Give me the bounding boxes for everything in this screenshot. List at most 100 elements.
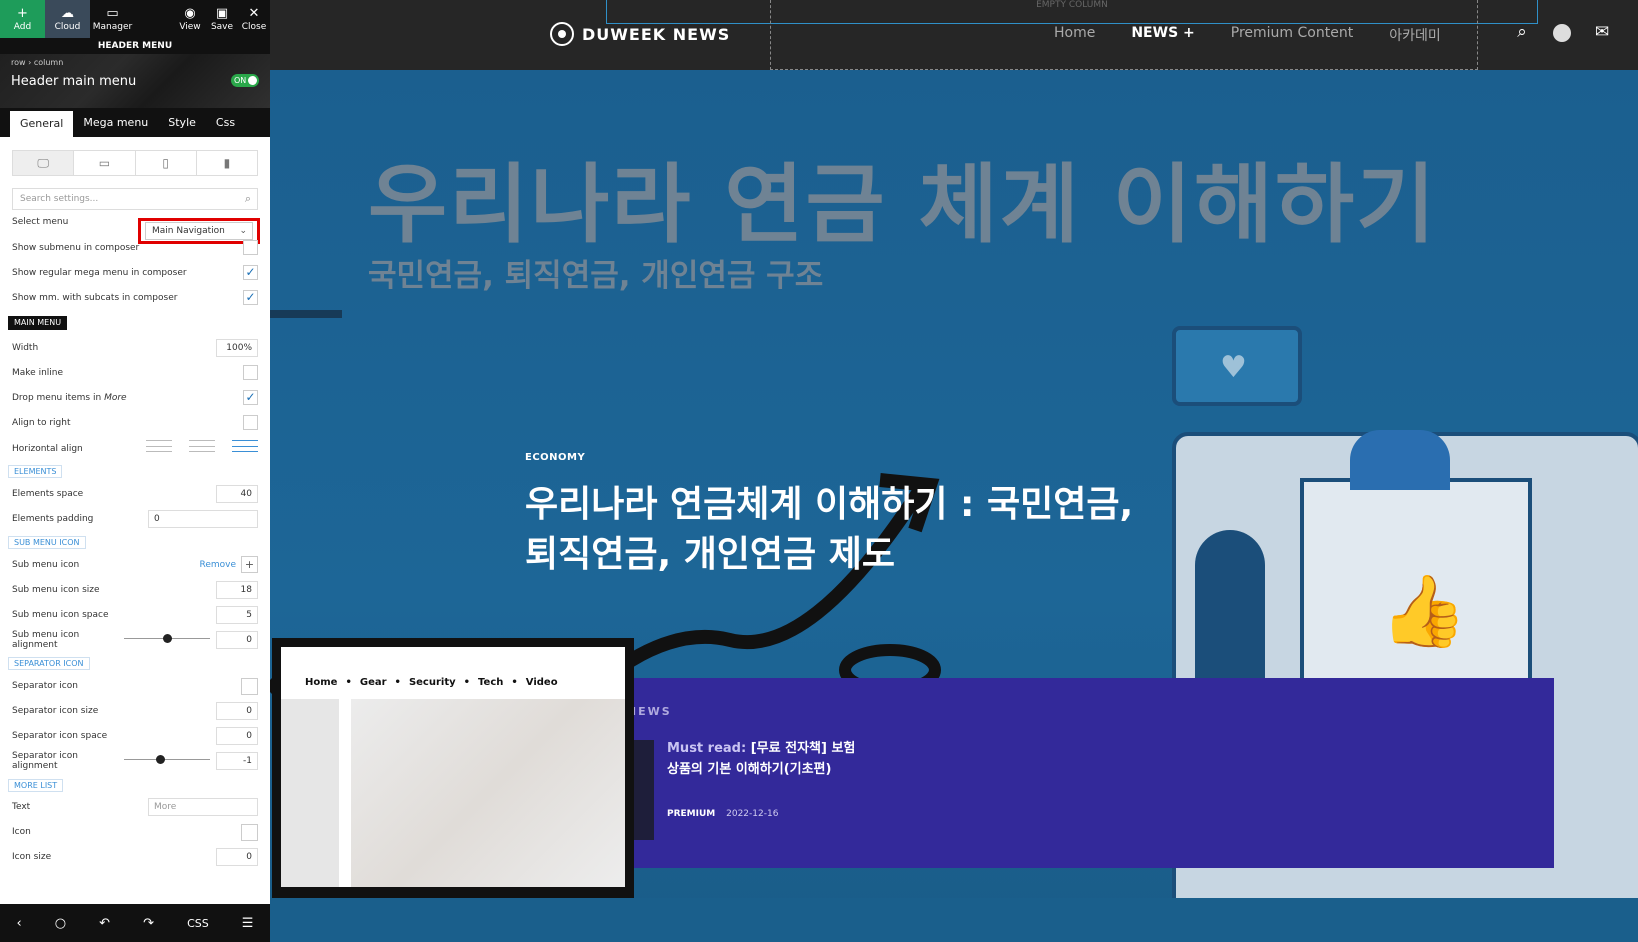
more-text-label: Text: [12, 802, 31, 812]
tab-mega-menu[interactable]: Mega menu: [73, 108, 158, 137]
breadcrumb[interactable]: row › column: [11, 58, 63, 67]
search-icon[interactable]: ⌕: [1512, 22, 1532, 47]
separator-icon-space-label: Separator icon space: [12, 731, 108, 741]
nav-item-academy[interactable]: 아카데미: [1389, 25, 1441, 45]
separator-icon-space-input[interactable]: 0: [216, 727, 258, 745]
mega-item-video[interactable]: Video: [526, 677, 558, 688]
sub-menu-icon-size-input[interactable]: 18: [216, 581, 258, 599]
back-icon[interactable]: ‹: [17, 916, 22, 931]
separator-icon-label: Separator icon: [12, 681, 78, 691]
mega-item-gear[interactable]: Gear: [360, 677, 387, 688]
undo-icon[interactable]: ↶: [99, 916, 110, 931]
make-inline-checkbox[interactable]: [243, 365, 258, 380]
horizontal-align-options: [146, 440, 258, 456]
tab-style[interactable]: Style: [158, 108, 206, 137]
width-input[interactable]: 100%: [216, 339, 258, 357]
sub-menu-icon-space-input[interactable]: 5: [216, 606, 258, 624]
hero-accent-bar: [270, 310, 342, 318]
show-mm-subcats-label: Show mm. with subcats in composer: [12, 293, 178, 303]
separator-dot-icon: •: [394, 677, 401, 688]
more-text-input[interactable]: More: [148, 798, 258, 816]
cloud-button[interactable]: ☁ Cloud: [45, 0, 90, 38]
show-regular-mega-checkbox[interactable]: ✓: [243, 265, 258, 280]
mega-item-tech[interactable]: Tech: [478, 677, 503, 688]
must-read-label: Must read:: [667, 741, 747, 756]
tablet-landscape-icon[interactable]: ▭: [74, 151, 136, 175]
mega-menu-nav: Home • Gear • Security • Tech • Video: [305, 677, 566, 688]
separator-icon-picker[interactable]: [241, 678, 258, 695]
more-icon-picker[interactable]: [241, 824, 258, 841]
separator-icon-alignment-slider[interactable]: [124, 755, 210, 764]
nav-item-news[interactable]: NEWS +: [1131, 25, 1194, 45]
main-navigation: Home NEWS + Premium Content 아카데미: [1054, 25, 1477, 45]
news-strip: IEWS Must read: [무료 전자책] 보험 상품의 기본 이해하기(…: [624, 678, 1554, 868]
align-right-icon[interactable]: [232, 440, 258, 452]
select-menu-dropdown[interactable]: Main Navigation ⌄: [145, 222, 253, 240]
desktop-icon[interactable]: 🖵: [13, 151, 75, 175]
view-button[interactable]: ◉ View: [174, 0, 206, 38]
save-button[interactable]: ▣ Save: [206, 0, 238, 38]
sub-menu-icon-alignment-slider[interactable]: [124, 634, 210, 643]
mega-item-security[interactable]: Security: [409, 677, 456, 688]
tab-general[interactable]: General: [10, 111, 74, 137]
separator-icon-size-input[interactable]: 0: [216, 702, 258, 720]
manager-icon: ▭: [106, 5, 119, 21]
more-icon-size-label: Icon size: [12, 852, 52, 862]
sub-menu-icon-alignment-input[interactable]: 0: [216, 631, 258, 649]
slider-handle[interactable]: [156, 755, 166, 764]
search-icon: ⌕: [244, 192, 251, 205]
separator-dot-icon: •: [345, 677, 352, 688]
premium-badge[interactable]: PREMIUM: [667, 809, 715, 819]
mail-icon[interactable]: ✉: [1592, 22, 1612, 47]
news-headline[interactable]: Must read: [무료 전자책] 보험 상품의 기본 이해하기(기초편): [667, 738, 867, 780]
mega-item-home[interactable]: Home: [305, 677, 337, 688]
site-logo[interactable]: DUWEEK NEWS: [550, 22, 730, 46]
elements-padding-input[interactable]: 0: [148, 510, 258, 528]
search-settings-input[interactable]: Search settings... ⌕: [12, 188, 258, 210]
show-mm-subcats-checkbox[interactable]: ✓: [243, 290, 258, 305]
align-left-icon[interactable]: [146, 440, 172, 452]
close-button[interactable]: ✕ Close: [238, 0, 270, 38]
add-icon-button[interactable]: +: [241, 556, 258, 573]
align-center-icon[interactable]: [189, 440, 215, 452]
show-submenu-label: Show submenu in composer: [12, 243, 140, 253]
css-button[interactable]: CSS: [187, 917, 209, 930]
user-icon[interactable]: [1552, 22, 1572, 47]
show-submenu-checkbox[interactable]: [243, 240, 258, 255]
horizontal-align-label: Horizontal align: [12, 444, 83, 454]
user-avatar: [1553, 24, 1571, 42]
align-right-label: Align to right: [12, 418, 71, 428]
drop-menu-items-label: Drop menu items in More: [12, 393, 127, 403]
drop-menu-items-checkbox[interactable]: ✓: [243, 390, 258, 405]
separator-icon-section: SEPARATOR ICON: [8, 657, 90, 670]
tab-css[interactable]: Css: [206, 108, 245, 137]
slider-handle[interactable]: [163, 634, 172, 643]
plus-icon: +: [17, 5, 28, 21]
align-right-checkbox[interactable]: [243, 415, 258, 430]
drop-menu-items-text: Drop menu items in: [12, 393, 102, 403]
manager-button[interactable]: ▭ Manager: [90, 0, 135, 38]
category-label[interactable]: ECONOMY: [525, 452, 585, 463]
element-on-toggle[interactable]: ON: [231, 74, 259, 87]
list-icon[interactable]: ☰: [242, 916, 254, 931]
remove-link[interactable]: Remove: [199, 560, 236, 570]
separator-icon-alignment-label: Separator icon alignment: [12, 751, 78, 771]
composer-bottom-bar: ‹ ○ ↶ ↷ CSS ☰: [0, 904, 270, 942]
home-circle-icon[interactable]: ○: [55, 916, 66, 931]
more-icon-size-input[interactable]: 0: [216, 848, 258, 866]
more-icon-label: Icon: [12, 827, 31, 837]
separator-icon-alignment-input[interactable]: -1: [216, 752, 258, 770]
phone-icon[interactable]: ▮: [197, 151, 257, 175]
redo-icon[interactable]: ↷: [143, 916, 154, 931]
composer-panel: + Add ☁ Cloud ▭ Manager ◉ View ▣ Save ✕ …: [0, 0, 270, 942]
nav-item-premium[interactable]: Premium Content: [1231, 25, 1353, 45]
add-button[interactable]: + Add: [0, 0, 45, 38]
sub-menu-icon-label: Sub menu icon: [12, 560, 80, 570]
elements-space-input[interactable]: 40: [216, 485, 258, 503]
elements-section: ELEMENTS: [8, 465, 63, 478]
hero-headline[interactable]: 우리나라 연금체계 이해하기 : 국민연금, 퇴직연금, 개인연금 제도: [525, 480, 1165, 580]
panel-section-title: HEADER MENU: [0, 38, 270, 54]
nav-item-home[interactable]: Home: [1054, 25, 1095, 45]
element-header: row › column Header main menu ON: [0, 54, 270, 108]
tablet-portrait-icon[interactable]: ▯: [136, 151, 197, 175]
